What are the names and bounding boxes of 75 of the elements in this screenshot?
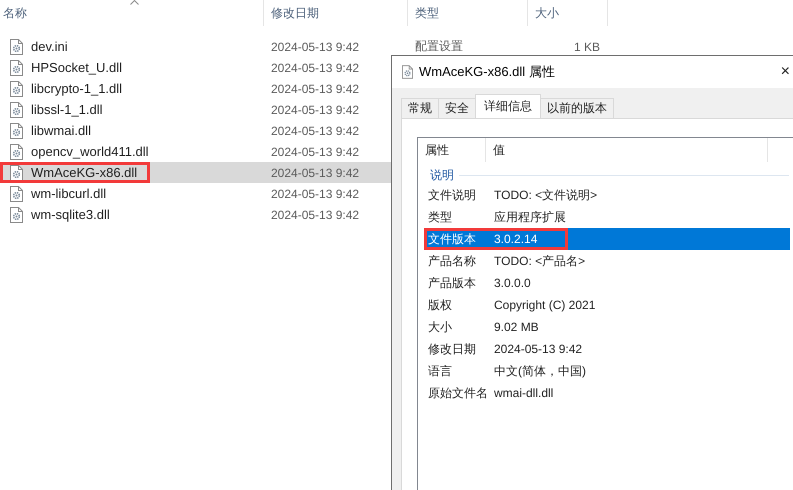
property-value: 3.0.0.0 [494,276,531,290]
window-title: WmAceKG-x86.dll 属性 [419,63,555,81]
file-gear-icon [10,206,23,222]
file-name: dev.ini [31,39,68,54]
property-name: 产品名称 [427,252,477,270]
file-date: 2024-05-13 9:42 [271,186,360,200]
file-date: 2024-05-13 9:42 [271,166,360,180]
close-button[interactable]: × [776,63,793,81]
sort-caret-icon [130,0,138,5]
property-row[interactable]: 文件版本 3.0.2.14 [424,228,790,250]
file-gear-icon [10,80,23,96]
tab[interactable]: 常规 [401,98,439,118]
file-gear-icon [10,186,23,202]
file-type: 配置设置 [415,38,463,55]
column-header[interactable]: 名称 [0,0,264,26]
file-date: 2024-05-13 9:42 [271,40,360,54]
file-gear-icon [402,65,413,79]
property-name: 语言 [427,362,453,380]
file-date: 2024-05-13 9:42 [271,144,360,158]
tab[interactable]: 详细信息 [475,94,541,118]
file-name: opencv_world411.dll [31,144,149,159]
property-name: 版权 [427,296,453,314]
property-row[interactable]: 产品版本 3.0.0.0 [424,272,790,294]
file-gear-icon [10,164,23,180]
tab[interactable]: 以前的版本 [540,98,614,118]
property-row[interactable]: 修改日期 2024-05-13 9:42 [424,338,790,360]
file-date: 2024-05-13 9:42 [271,82,360,96]
file-name: HPSocket_U.dll [31,60,122,75]
property-row[interactable]: 文件说明 TODO: <文件说明> [424,184,790,206]
file-gear-icon [10,60,23,76]
file-gear-icon [10,102,23,118]
property-name: 原始文件名 [427,384,489,402]
file-size: 1 KB [574,40,600,54]
file-name: libcrypto-1_1.dll [31,81,122,96]
file-date: 2024-05-13 9:42 [271,102,360,116]
file-gear-icon [10,144,23,160]
property-row[interactable]: 原始文件名 wmai-dll.dll [424,382,790,404]
property-name: 文件说明 [427,186,477,204]
property-name: 修改日期 [427,340,477,358]
property-name: 类型 [427,208,453,226]
file-name: WmAceKG-x86.dll [31,165,138,180]
group-label: 说明 [430,166,454,184]
file-date: 2024-05-13 9:42 [271,124,360,138]
property-row[interactable]: 类型 应用程序扩展 [424,206,790,228]
file-row[interactable]: libwmai.dll 2024-05-13 9:42 [0,120,608,141]
file-gear-icon [10,122,23,138]
file-gear-icon [10,38,23,54]
file-row[interactable]: dev.ini 2024-05-13 9:42 配置设置 1 KB [0,36,608,57]
property-value: 中文(简体，中国) [494,362,586,380]
property-value: TODO: <产品名> [494,252,586,270]
property-value: wmai-dll.dll [494,386,554,400]
property-name: 产品版本 [427,274,477,292]
file-date: 2024-05-13 9:42 [271,208,360,222]
property-value: TODO: <文件说明> [494,186,598,204]
column-header[interactable]: 修改日期 [264,0,408,26]
property-value: 应用程序扩展 [494,208,566,226]
column-header[interactable]: 大小 [528,0,608,26]
property-name: 文件版本 [427,230,477,248]
property-row[interactable]: 产品名称 TODO: <产品名> [424,250,790,272]
property-value: 2024-05-13 9:42 [494,342,582,356]
property-row[interactable]: 语言 中文(简体，中国) [424,360,790,382]
file-name: wm-libcurl.dll [31,186,106,201]
property-name: 大小 [427,318,453,336]
property-row[interactable]: 大小 9.02 MB [424,316,790,338]
property-value: 3.0.2.14 [494,232,538,246]
file-name: libwmai.dll [31,123,91,138]
file-name: libssl-1_1.dll [31,102,103,117]
file-date: 2024-05-13 9:42 [271,60,360,74]
column-header[interactable]: 值 [486,138,768,162]
property-value: 9.02 MB [494,320,539,334]
file-name: wm-sqlite3.dll [31,207,110,222]
column-header[interactable]: 类型 [408,0,528,26]
column-header[interactable]: 属性 [418,138,486,162]
property-row[interactable]: 版权 Copyright (C) 2021 [424,294,790,316]
property-value: Copyright (C) 2021 [494,298,596,312]
